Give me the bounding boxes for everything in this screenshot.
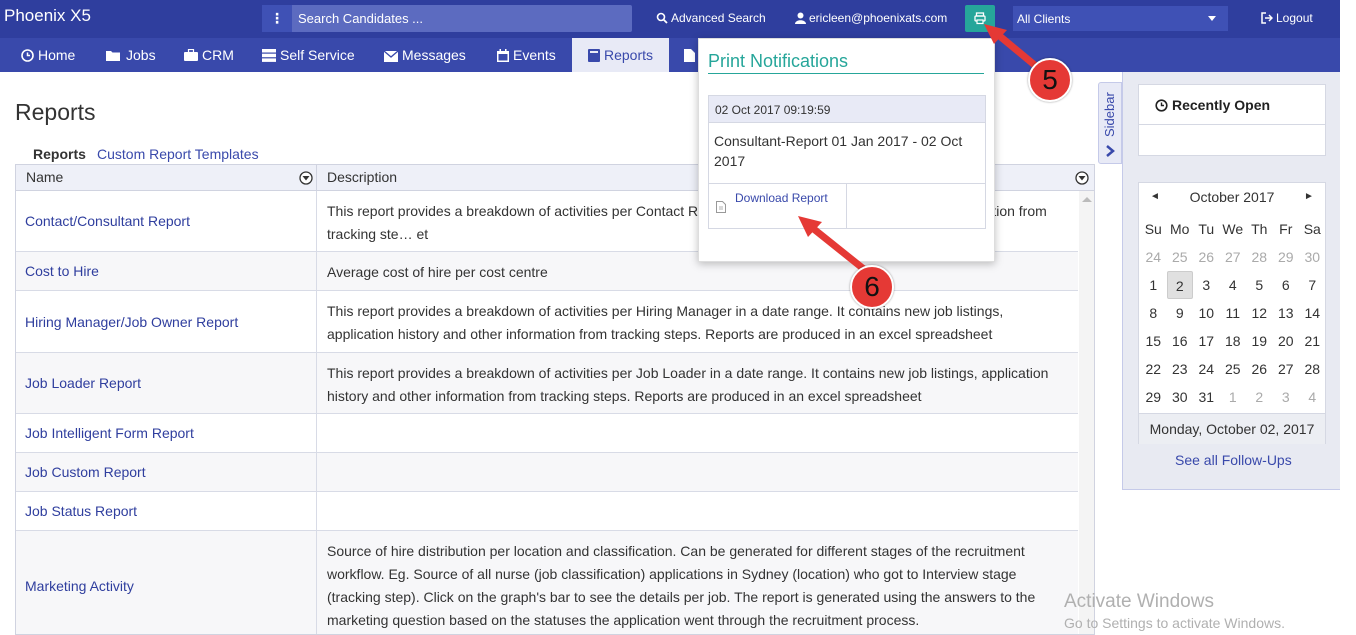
activation-watermark-subtitle: Go to Settings to activate Windows.	[1064, 615, 1285, 631]
callout-6: 6	[850, 265, 894, 309]
callout-arrow-6	[807, 223, 868, 273]
callout-5: 5	[1028, 58, 1072, 102]
activation-watermark-title: Activate Windows	[1064, 591, 1214, 612]
annotation-overlay	[798, 24, 1046, 273]
